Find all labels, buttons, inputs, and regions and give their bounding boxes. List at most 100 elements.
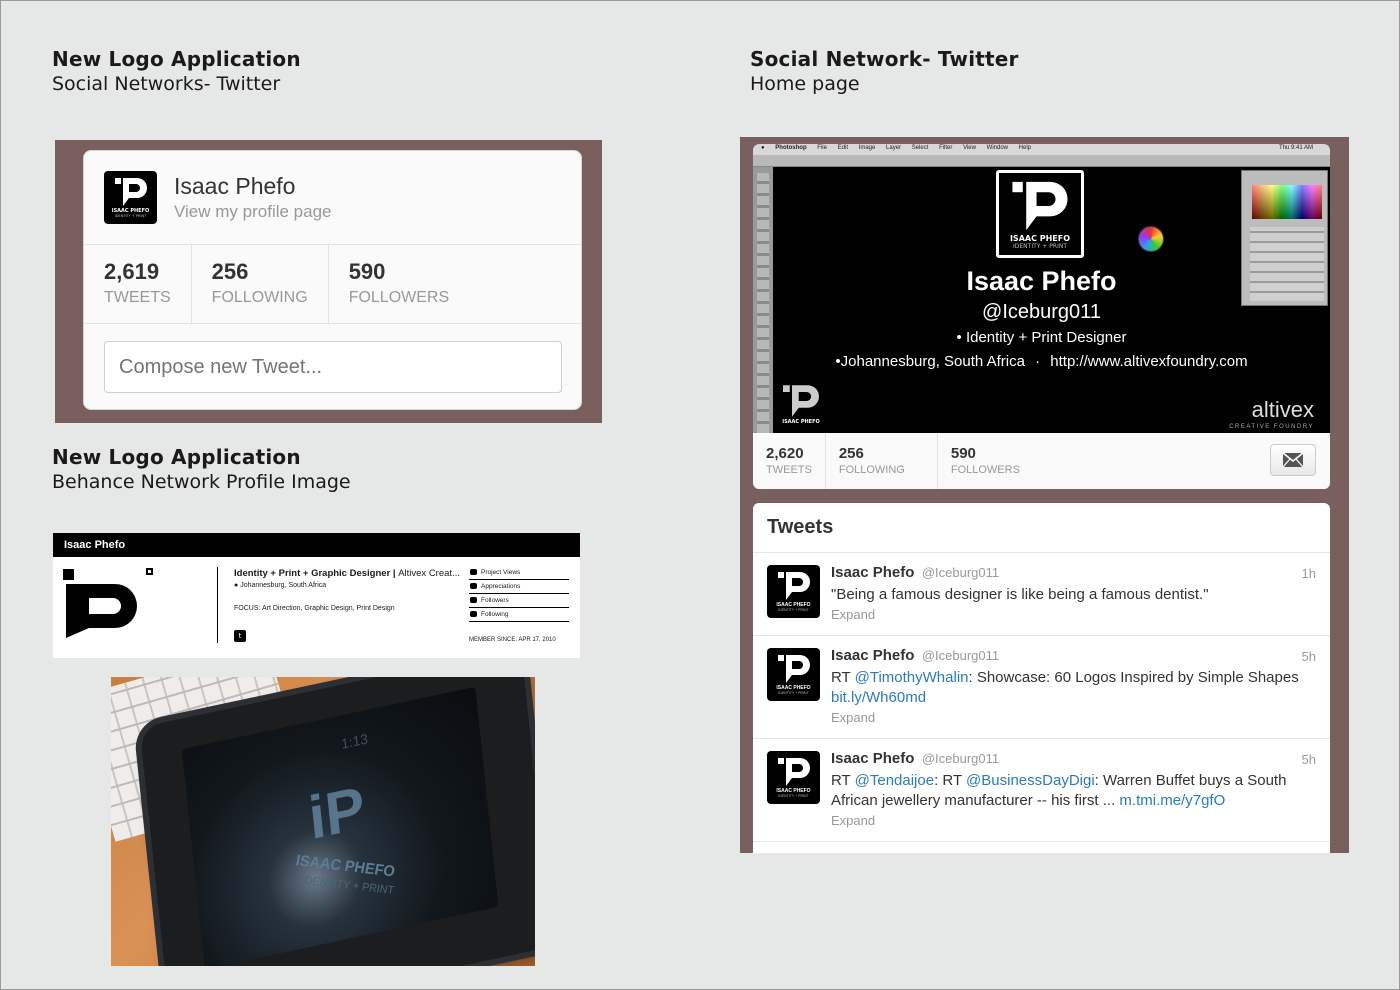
tweet-time[interactable]: 5h <box>1302 752 1316 767</box>
altivex-brand: altivex CREATIVE FOUNDRY <box>1229 397 1314 430</box>
link-followers[interactable]: Followers <box>469 594 569 608</box>
stat-tweets[interactable]: 2,620 TWEETS <box>753 433 826 489</box>
profile-stats: 2,620 TWEETS 256 FOLLOWING 590 FOLLOWERS <box>753 433 1330 489</box>
tweets-heading: Tweets <box>753 503 1330 553</box>
tweet-item[interactable]: ISAAC PHEFO IDENTITY + PRINT Isaac Phefo… <box>753 553 1330 636</box>
menu-image[interactable]: Image <box>859 145 876 151</box>
header-avatar[interactable]: ISAAC PHEFO IDENTITY + PRINT <box>996 170 1084 258</box>
location-text: Johannesburg, South Africa <box>240 582 327 589</box>
stat-followers[interactable]: 590 FOLLOWERS <box>329 245 469 323</box>
company-text[interactable]: Altivex Creat... <box>398 568 460 579</box>
profile-card: ISAAC PHEFO IDENTITY + PRINT Isaac Phefo… <box>83 150 582 410</box>
menu-help[interactable]: Help <box>1019 145 1031 151</box>
tweet-screen-name[interactable]: @Iceburg011 <box>922 648 999 663</box>
behance-focus: FOCUS: Art Direction, Graphic Design, Pr… <box>234 605 395 612</box>
profile-name[interactable]: Isaac Phefo <box>174 173 295 200</box>
ip-logo-icon <box>777 655 810 684</box>
ip-logo-icon <box>783 385 819 417</box>
ip-logo-icon <box>777 572 810 601</box>
options-bar <box>753 155 1330 167</box>
section-subheading: Home page <box>750 73 860 95</box>
twitter-icon[interactable]: t <box>234 630 246 642</box>
behance-stat-links: Project Views Appreciations Followers Fo… <box>469 566 569 622</box>
section-heading: New Logo Application <box>52 47 301 71</box>
divider <box>217 567 218 643</box>
menu-select[interactable]: Select <box>912 145 929 151</box>
logo-subtext: IDENTITY + PRINT <box>778 608 809 613</box>
avatar[interactable]: ISAAC PHEFO IDENTITY + PRINT <box>767 751 820 804</box>
stat-label: TWEETS <box>104 289 171 306</box>
link-appreciations[interactable]: Appreciations <box>469 580 569 594</box>
tweet-author[interactable]: Isaac Phefo <box>831 750 914 767</box>
section-title-behance: New Logo Application Behance Network Pro… <box>52 445 351 493</box>
mention-link[interactable]: @Tendaijoe <box>855 772 934 789</box>
link-following[interactable]: Following <box>469 608 569 622</box>
tweet-time[interactable]: 1h <box>1302 566 1316 581</box>
tweet-author[interactable]: Isaac Phefo <box>831 647 914 664</box>
logo-subtext: IDENTITY + PRINT <box>778 794 809 799</box>
website-link[interactable]: http://www.altivexfoundry.com <box>1050 353 1247 370</box>
section-heading: Social Network- Twitter <box>750 47 1019 71</box>
expand-link[interactable]: Expand <box>831 710 875 725</box>
menu-edit[interactable]: Edit <box>838 145 848 151</box>
url-link[interactable]: bit.ly/Wh60md <box>831 689 926 706</box>
tweet-item[interactable]: ISAAC PHEFO IDENTITY + PRINT Isaac Phefo… <box>753 636 1330 739</box>
menu-window[interactable]: Window <box>987 145 1008 151</box>
ip-logo-icon: iP <box>305 773 369 853</box>
menu-layer[interactable]: Layer <box>886 145 901 151</box>
mention-link[interactable]: @BusinessDayDigi <box>966 772 1095 789</box>
avatar[interactable]: ISAAC PHEFO IDENTITY + PRINT <box>104 171 157 224</box>
twitter-card-panel: ISAAC PHEFO IDENTITY + PRINT Isaac Phefo… <box>55 140 602 423</box>
stat-following[interactable]: 256 FOLLOWING <box>192 245 329 323</box>
tweet-author[interactable]: Isaac Phefo <box>831 564 914 581</box>
stat-following[interactable]: 256 FOLLOWING <box>826 433 938 489</box>
menu-photoshop[interactable]: Photoshop <box>775 145 806 151</box>
stat-label: TWEETS <box>766 464 812 476</box>
menu-filter[interactable]: Filter <box>939 145 952 151</box>
stat-count: 256 <box>838 445 864 462</box>
avatar[interactable]: ISAAC PHEFO IDENTITY + PRINT <box>767 565 820 618</box>
section-subheading: Behance Network Profile Image <box>52 471 351 493</box>
tweet-body: : Showcase: 60 Logos Inspired by Simple … <box>968 669 1299 686</box>
brand-text: altivex <box>1251 397 1314 422</box>
tweet-time[interactable]: 5h <box>1302 649 1316 664</box>
tweet-screen-name[interactable]: @Iceburg011 <box>922 751 999 766</box>
stat-count: 2,620 <box>766 445 804 462</box>
mention-link[interactable]: @TimothyWhalin <box>855 669 969 686</box>
rt-prefix: : RT <box>934 772 967 789</box>
link-project-views[interactable]: Project Views <box>469 566 569 580</box>
apple-icon[interactable]: ● <box>761 145 765 151</box>
tweet-screen-name[interactable]: @Iceburg011 <box>922 565 999 580</box>
view-profile-link[interactable]: View my profile page <box>174 202 332 222</box>
expand-link[interactable]: Expand <box>831 813 875 828</box>
stat-tweets[interactable]: 2,619 TWEETS <box>84 245 192 323</box>
menu-file[interactable]: File <box>817 145 827 151</box>
swatches[interactable] <box>1252 185 1322 219</box>
url-link[interactable]: m.tmi.me/y7gfO <box>1119 792 1225 809</box>
stat-label: FOLLOWERS <box>348 289 450 306</box>
ip-logo-icon <box>63 569 137 638</box>
section-title-twitter-app: New Logo Application Social Networks- Tw… <box>52 47 301 95</box>
ip-logo-icon <box>777 758 810 787</box>
tweet-item[interactable]: ISAAC PHEFO IDENTITY + PRINT Isaac Phefo… <box>753 739 1330 842</box>
avatar[interactable]: ISAAC PHEFO IDENTITY + PRINT <box>767 648 820 701</box>
menubar-clock: Thu 9:41 AM <box>1278 145 1313 151</box>
stat-label: FOLLOWERS <box>950 464 1020 476</box>
role-text: Identity + Print + Graphic Designer <box>234 568 391 579</box>
stat-followers[interactable]: 590 FOLLOWERS <box>938 433 1033 489</box>
stat-label: FOLLOWING <box>838 464 905 476</box>
message-button[interactable] <box>1270 444 1316 476</box>
spinner-icon <box>1139 227 1163 251</box>
compose-tweet-input[interactable] <box>104 341 562 393</box>
expand-link[interactable]: Expand <box>831 607 875 622</box>
section-heading: New Logo Application <box>52 445 301 469</box>
ipad-photo: 1:13 iP ISAAC PHEFO IDENTITY + PRINT <box>111 677 535 966</box>
lock-screen-time: 1:13 <box>340 730 369 752</box>
menu-view[interactable]: View <box>963 145 976 151</box>
rt-prefix: RT <box>831 772 855 789</box>
tweet-text: RT @Tendaijoe: RT @BusinessDayDigi: Warr… <box>831 771 1311 811</box>
header-location: •Johannesburg, South Africa · http://www… <box>753 353 1330 370</box>
header-handle: @Iceburg011 <box>982 301 1101 323</box>
section-subheading: Social Networks- Twitter <box>52 73 281 95</box>
ipad-screen: 1:13 iP ISAAC PHEFO IDENTITY + PRINT <box>181 686 499 966</box>
